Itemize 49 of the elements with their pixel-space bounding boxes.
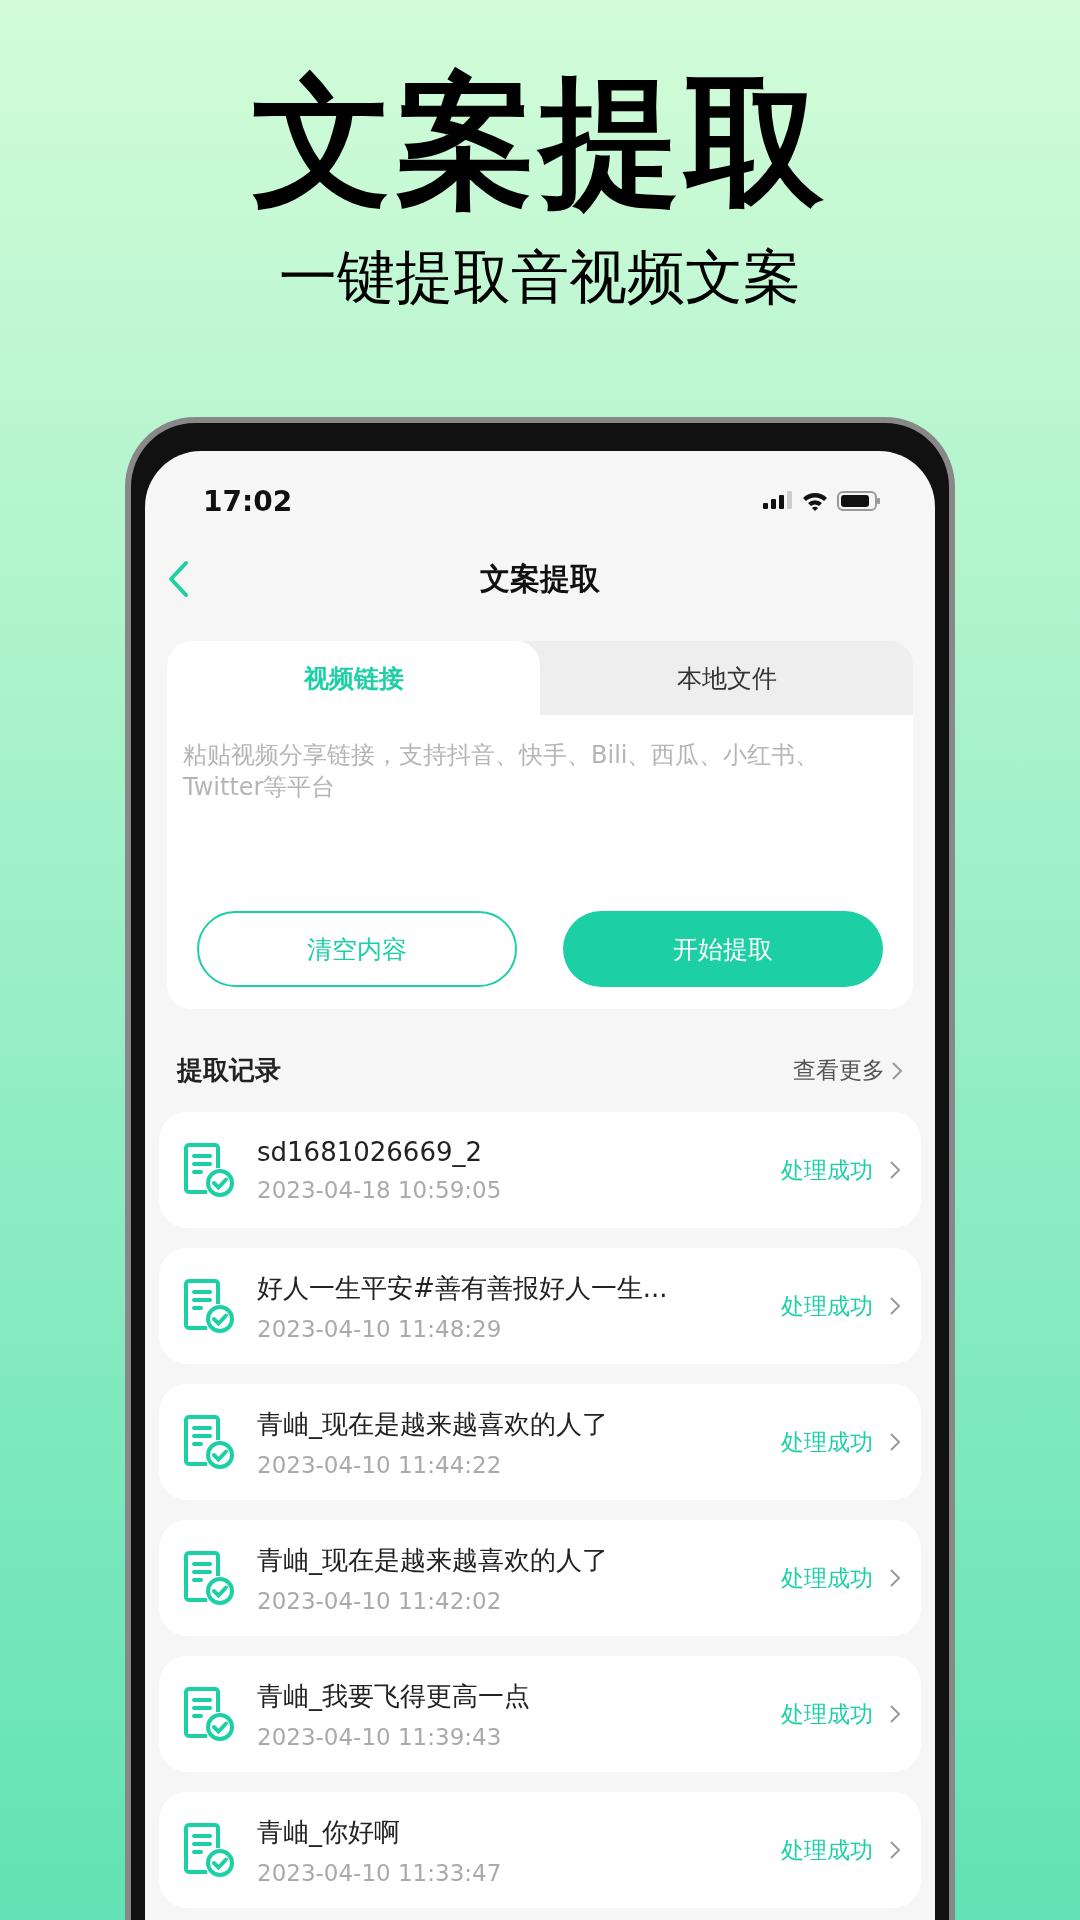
document-check-icon [183, 1142, 235, 1198]
record-status: 处理成功 [781, 1835, 873, 1865]
record-card[interactable]: 好人一生平安#善有善报好人一生... 2023-04-10 11:48:29 处理成功 [159, 1248, 921, 1364]
record-title: 好人一生平安#善有善报好人一生... [257, 1271, 669, 1305]
wifi-icon [801, 491, 829, 511]
record-time: 2023-04-10 11:48:29 [257, 1315, 503, 1342]
chevron-right-icon [889, 1568, 901, 1588]
record-title: 青岫_现在是越来越喜欢的人了 [257, 1543, 609, 1577]
section-title: 提取记录 [177, 1054, 281, 1087]
document-check-icon [183, 1278, 235, 1334]
record-time: 2023-04-10 11:42:02 [257, 1587, 503, 1614]
nav-title: 文案提取 [480, 559, 600, 598]
chevron-right-icon [889, 1160, 901, 1180]
record-title: sd1681026669_2 [257, 1137, 483, 1167]
record-status: 处理成功 [781, 1291, 873, 1321]
chevron-right-icon [889, 1704, 901, 1724]
document-check-icon [183, 1414, 235, 1470]
status-time: 17:02 [203, 484, 293, 518]
more-link[interactable]: 查看更多 [793, 1055, 903, 1086]
record-card[interactable]: 青岫_现在是越来越喜欢的人了 2023-04-10 11:42:02 处理成功 [159, 1520, 921, 1636]
record-title: 青岫_你好啊 [257, 1815, 401, 1849]
subtitle: 一键提取音视频文案 [279, 242, 801, 313]
record-card[interactable]: 青岫_你好啊 2023-04-10 11:33:47 处理成功 [159, 1792, 921, 1908]
document-check-icon [183, 1686, 235, 1742]
back-icon[interactable] [167, 560, 189, 598]
document-check-icon [183, 1822, 235, 1878]
record-card[interactable]: 青岫_现在是越来越喜欢的人了 2023-04-10 11:44:22 处理成功 [159, 1384, 921, 1500]
record-card[interactable]: sd1681026669_2 2023-04-18 10:59:05 处理成功 [159, 1112, 921, 1228]
chevron-right-icon [889, 1296, 901, 1316]
link-input-field[interactable]: 粘贴视频分享链接，支持抖音、快手、Bili、西瓜、小红书、Twitter等平台 [167, 715, 913, 911]
record-status: 处理成功 [781, 1699, 873, 1729]
record-status: 处理成功 [781, 1427, 873, 1457]
record-card[interactable]: 青岫_我要飞得更高一点 2023-04-10 11:39:43 处理成功 [159, 1656, 921, 1772]
headline: 文案提取 [252, 65, 828, 219]
document-check-icon [183, 1550, 235, 1606]
chevron-right-icon [889, 1432, 901, 1452]
record-status: 处理成功 [781, 1563, 873, 1593]
record-time: 2023-04-10 11:39:43 [257, 1723, 503, 1750]
signal-icon [763, 491, 793, 511]
record-status: 处理成功 [781, 1155, 873, 1185]
battery-icon [837, 490, 881, 512]
record-time: 2023-04-10 11:44:22 [257, 1451, 503, 1478]
tab[interactable]: 本地文件 [540, 641, 913, 715]
record-title: 青岫_我要飞得更高一点 [257, 1679, 531, 1713]
record-time: 2023-04-18 10:59:05 [257, 1177, 503, 1203]
record-title: 青岫_现在是越来越喜欢的人了 [257, 1407, 609, 1441]
record-time: 2023-04-10 11:33:47 [257, 1859, 503, 1886]
chevron-right-icon [891, 1060, 903, 1081]
chevron-right-icon [889, 1840, 901, 1860]
